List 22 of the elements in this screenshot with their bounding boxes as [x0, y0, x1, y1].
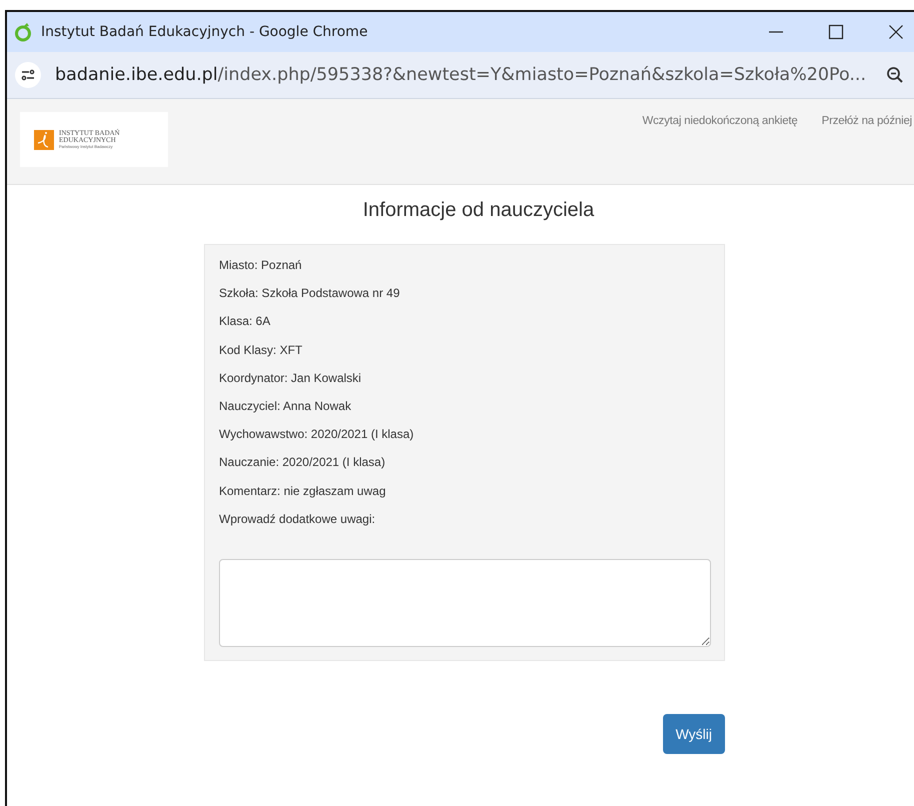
close-icon[interactable] — [888, 24, 904, 40]
site-settings-icon[interactable] — [15, 62, 41, 88]
page-heading: Informacje od nauczyciela — [362, 199, 596, 222]
browser-logo-icon — [13, 22, 33, 42]
maximize-icon[interactable] — [828, 24, 844, 40]
info-text: Komentarz: nie zgłaszam uwag — [219, 484, 387, 500]
info-text: Miasto: Poznań — [219, 258, 303, 274]
info-text: Kod Klasy: XFT — [219, 342, 304, 359]
comment-field[interactable] — [219, 558, 711, 647]
info-text: Nauczanie: 2020/2021 (I klasa) — [219, 455, 386, 472]
info-text: Nauczyciel: Anna Nowak — [219, 398, 352, 415]
info-text: Wychowawstwo: 2020/2021 (I klasa) — [219, 427, 415, 444]
zoom-icon[interactable] — [886, 66, 904, 84]
logo-mark-icon — [34, 130, 54, 150]
submit-button[interactable]: Wyślij — [662, 714, 725, 754]
info-text: Wprowadź dodatkowe uwagi: — [219, 512, 376, 528]
header-link[interactable]: Wczytaj niedokończoną ankietę — [642, 115, 798, 184]
info-text: Klasa: 6A — [219, 314, 272, 330]
header-link[interactable]: Przełóż na później — [822, 115, 912, 184]
window-title: Instytut Badań Edukacyjnych - Google Chrome — [41, 24, 369, 40]
info-text: Koordynator: Jan Kowalski — [219, 370, 362, 387]
info-text: Szkoła: Szkoła Podstawowa nr 49 — [219, 286, 401, 302]
